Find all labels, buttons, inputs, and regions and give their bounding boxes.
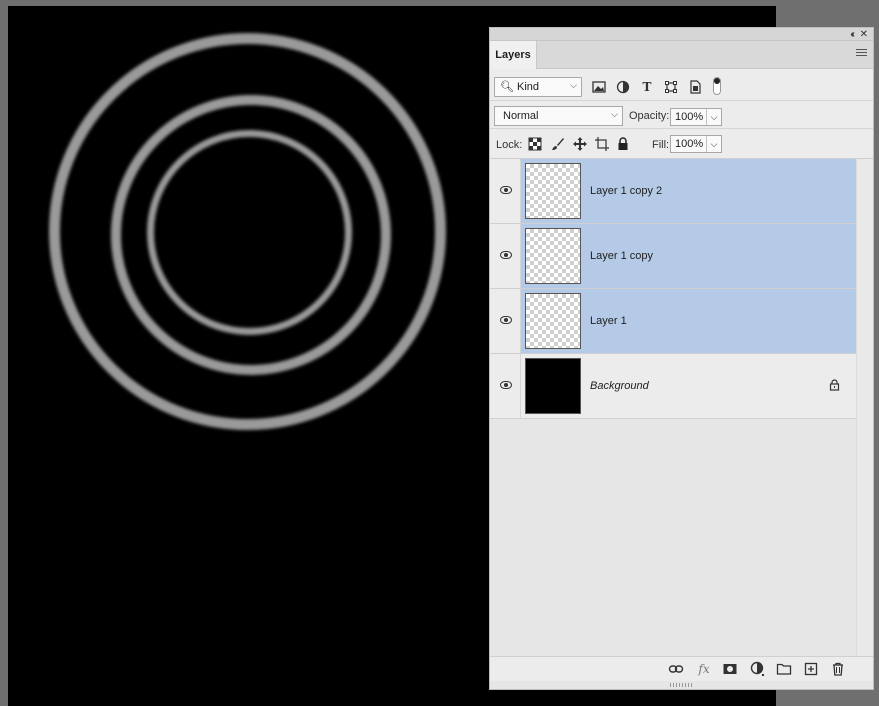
visibility-toggle[interactable] — [490, 354, 521, 418]
chevron-down-icon: ⌵ — [570, 80, 577, 90]
layer-main[interactable]: Background — [521, 354, 856, 418]
lock-position-icon[interactable] — [573, 137, 587, 151]
fx-icon[interactable]: fx — [696, 661, 712, 677]
search-icon: 🔍︎ — [500, 81, 514, 93]
eye-icon — [500, 316, 512, 324]
tab-layers[interactable]: Layers — [490, 41, 537, 70]
lock-image-pixels-icon[interactable] — [551, 137, 565, 151]
layer-main[interactable]: Layer 1 — [521, 289, 856, 353]
panel-resize-grip[interactable] — [670, 683, 692, 687]
chevron-down-icon[interactable]: ⌵ — [706, 109, 721, 125]
eye-icon — [500, 381, 512, 389]
adjustment-layer-icon[interactable] — [750, 661, 766, 677]
layer-main[interactable]: Layer 1 copy — [521, 224, 856, 288]
lock-label: Lock: — [496, 139, 523, 151]
add-mask-icon[interactable] — [722, 661, 738, 677]
layer-lock-icon — [829, 379, 840, 394]
image-filter-icon[interactable] — [592, 80, 606, 94]
panel-tab-row: Layers — [490, 41, 873, 70]
layer-thumbnail — [525, 163, 581, 219]
panel-header: ‹‹ ✕ — [490, 28, 873, 41]
layer-thumbnail — [525, 228, 581, 284]
filter-row: 🔍︎ Kind ⌵ T — [490, 69, 873, 101]
lock-row: Lock: Fill: 100% ⌵ — [490, 129, 873, 159]
fill-label: Fill: — [652, 139, 670, 151]
type-filter-icon[interactable]: T — [640, 80, 654, 94]
panel-menu-icon[interactable] — [856, 49, 867, 58]
filter-kind-label: Kind — [517, 81, 540, 93]
blend-row: Normal ⌵ Opacity: 100% ⌵ — [490, 101, 873, 129]
opacity-field[interactable]: 100% ⌵ — [670, 108, 722, 126]
link-layers-icon[interactable] — [668, 661, 684, 677]
layer-main[interactable]: Layer 1 copy 2 — [521, 159, 856, 223]
smart-object-filter-icon[interactable] — [688, 80, 702, 94]
folder-icon[interactable] — [776, 661, 792, 677]
eye-icon — [500, 251, 512, 259]
layer-row[interactable]: Layer 1 copy 2 — [490, 159, 856, 224]
blend-mode-value: Normal — [503, 110, 539, 122]
visibility-toggle[interactable] — [490, 289, 521, 353]
layer-list: Layer 1 copy 2 Layer 1 copy Layer 1 Back… — [490, 159, 856, 656]
lock-artboard-icon[interactable] — [595, 137, 609, 151]
visibility-toggle[interactable] — [490, 224, 521, 288]
fill-field[interactable]: 100% ⌵ — [670, 135, 722, 153]
layer-name[interactable]: Layer 1 copy 2 — [590, 185, 662, 197]
collapse-panel-button[interactable]: ‹‹ — [850, 28, 854, 41]
lock-transparent-pixels-icon[interactable] — [528, 137, 542, 151]
layer-row[interactable]: Layer 1 copy — [490, 224, 856, 289]
filter-toggle-switch[interactable] — [713, 77, 721, 95]
layer-thumbnail — [525, 358, 581, 414]
opacity-value: 100% — [675, 111, 704, 123]
trash-icon[interactable] — [830, 661, 846, 677]
shape-filter-icon[interactable] — [664, 80, 678, 94]
filter-kind-select[interactable]: 🔍︎ Kind ⌵ — [494, 77, 582, 97]
blend-mode-select[interactable]: Normal ⌵ — [494, 106, 623, 126]
layers-panel: ‹‹ ✕ Layers 🔍︎ Kind ⌵ T Normal ⌵ Opacity… — [489, 27, 874, 690]
layer-name[interactable]: Layer 1 copy — [590, 250, 653, 262]
layer-list-scrollbar[interactable] — [856, 159, 873, 656]
fill-value: 100% — [675, 138, 704, 150]
eye-icon — [500, 186, 512, 194]
layer-row[interactable]: Layer 1 — [490, 289, 856, 354]
panel-footer: fx — [490, 656, 873, 681]
layer-name[interactable]: Layer 1 — [590, 315, 627, 327]
layer-name[interactable]: Background — [590, 380, 649, 392]
lock-all-icon[interactable] — [616, 137, 630, 151]
visibility-toggle[interactable] — [490, 159, 521, 223]
layer-thumbnail — [525, 293, 581, 349]
chevron-down-icon[interactable]: ⌵ — [706, 136, 721, 152]
chevron-down-icon: ⌵ — [611, 109, 618, 119]
layer-row[interactable]: Background — [490, 354, 856, 419]
opacity-label: Opacity: — [629, 110, 670, 122]
adjustment-filter-icon[interactable] — [616, 80, 630, 94]
inner-glow-ring — [147, 130, 352, 335]
close-panel-button[interactable]: ✕ — [860, 28, 868, 41]
new-layer-icon[interactable] — [803, 661, 819, 677]
